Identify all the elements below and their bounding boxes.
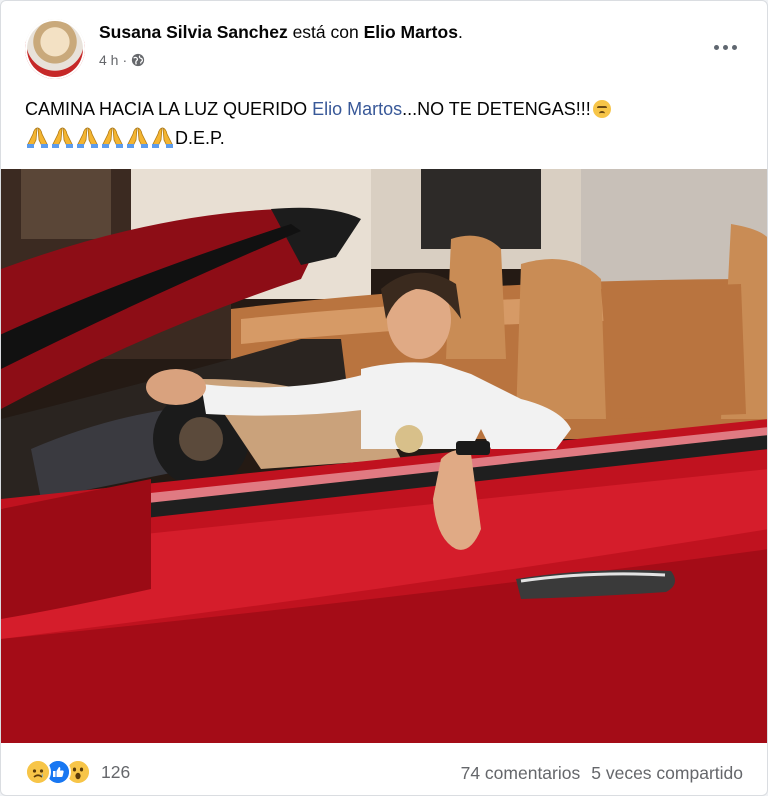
- text-line-2: D.E.P.: [175, 128, 225, 148]
- engagement-stats: 74 comentarios 5 veces compartido: [461, 763, 743, 784]
- post-footer: 126 74 comentarios 5 veces compartido: [1, 743, 767, 795]
- sad-emoji-icon: [592, 100, 611, 118]
- post-header: Susana Silvia Sanchez está con Elio Mart…: [25, 19, 743, 79]
- author-name[interactable]: Susana Silvia Sanchez: [99, 22, 288, 42]
- post-text-line-2: D.E.P.: [25, 124, 743, 153]
- text-part-2: ...NO TE DETENGAS!!!: [402, 99, 591, 119]
- sad-reaction-icon: [25, 759, 51, 785]
- more-dot-icon: [713, 44, 719, 50]
- pray-emoji-icon: [77, 127, 98, 148]
- pray-emoji-icon: [52, 127, 73, 148]
- comments-count-link[interactable]: 74 comentarios: [461, 763, 581, 784]
- pray-emoji-row: [25, 127, 175, 148]
- post-text-line-1: CAMINA HACIA LA LUZ QUERIDO Elio Martos.…: [25, 95, 743, 124]
- pray-emoji-icon: [152, 127, 173, 148]
- post-photo[interactable]: [1, 169, 768, 743]
- pray-emoji-icon: [27, 127, 48, 148]
- tagged-suffix: .: [457, 22, 463, 42]
- pray-emoji-icon: [127, 127, 148, 148]
- reactions-summary[interactable]: 126: [25, 759, 130, 785]
- pray-emoji-icon: [102, 127, 123, 148]
- post-card: Susana Silvia Sanchez está con Elio Mart…: [0, 0, 768, 796]
- mention-link[interactable]: Elio Martos: [312, 99, 402, 119]
- text-part-1: CAMINA HACIA LA LUZ QUERIDO: [25, 99, 313, 119]
- more-dot-icon: [731, 44, 737, 50]
- more-dot-icon: [722, 44, 728, 50]
- post-time[interactable]: 4 h: [99, 52, 118, 68]
- globe-icon[interactable]: [131, 53, 145, 67]
- shares-count-link[interactable]: 5 veces compartido: [591, 763, 743, 784]
- reactions-count: 126: [101, 761, 131, 782]
- tagged-name[interactable]: Elio Martos: [364, 22, 458, 42]
- more-options-button[interactable]: [707, 35, 743, 59]
- with-text: está con: [292, 22, 359, 42]
- post-text: CAMINA HACIA LA LUZ QUERIDO Elio Martos.…: [25, 95, 743, 153]
- author-line: Susana Silvia Sanchez está con Elio Mart…: [99, 22, 463, 43]
- post-meta: 4 h ·: [99, 52, 145, 68]
- author-avatar[interactable]: [25, 19, 85, 79]
